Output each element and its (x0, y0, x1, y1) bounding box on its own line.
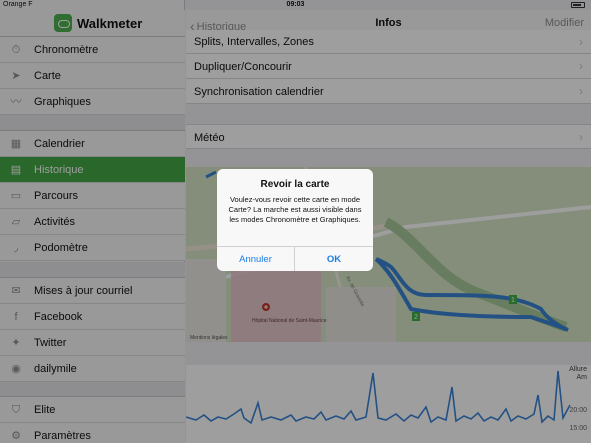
alert-buttons: Annuler OK (217, 246, 373, 271)
alert-dialog: Revoir la carte Voulez-vous revoir cette… (217, 169, 373, 271)
ok-button[interactable]: OK (295, 247, 373, 271)
alert-title: Revoir la carte (260, 179, 330, 190)
screen: Walkmeter ⏱ Chronomètre ➤ Carte 〰 Graphiques ▦… (0, 0, 591, 443)
alert-message: Voulez-vous revoir cette carte en mode C… (228, 195, 362, 224)
cancel-button[interactable]: Annuler (217, 247, 295, 271)
